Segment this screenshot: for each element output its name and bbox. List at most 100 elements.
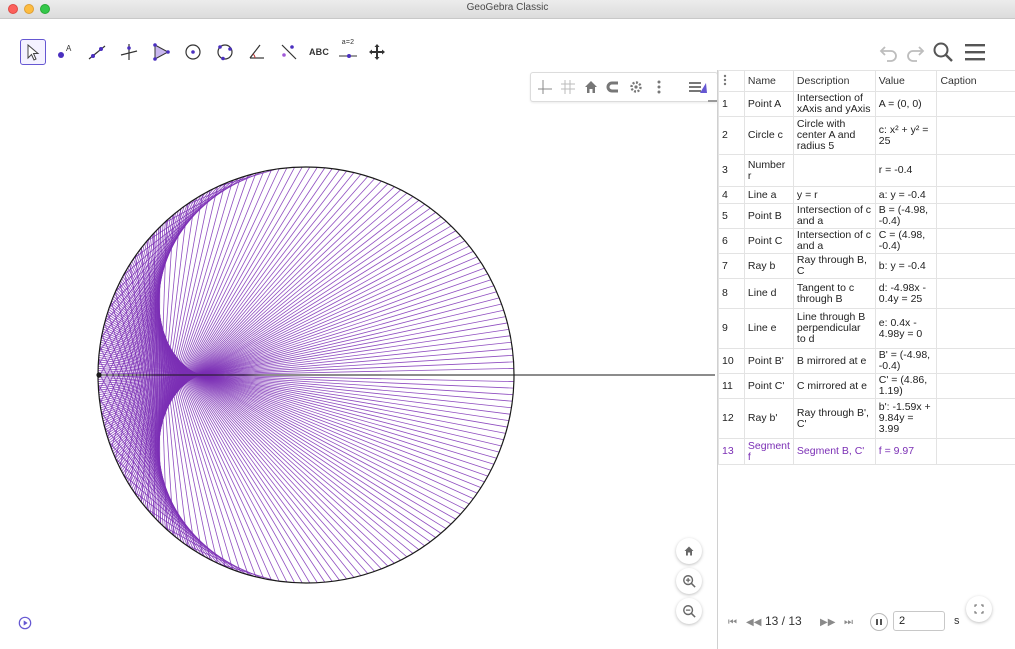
table-row[interactable]: 11 Point C' C mirrored at e C' = (4.86, 1.1…	[718, 373, 1015, 399]
table-row[interactable]: 8 Line d Tangent to c through Bd: -4.98x -…	[718, 278, 1015, 309]
table-row[interactable]: 12 Ray b' Ray through B', C' b': -1.59x + 9…	[718, 398, 1015, 439]
caption-cell	[936, 228, 1015, 254]
table-row[interactable]: 7 Ray b Ray through B, Cb: y = -0.4	[718, 253, 1015, 279]
caption-cell	[936, 308, 1015, 349]
play-speed-input[interactable]: 2	[893, 611, 945, 631]
row-number-cell: 12	[718, 398, 745, 439]
zoom-in-icon	[683, 575, 696, 588]
slider-tool-button[interactable]: a=2	[334, 39, 362, 65]
next-step-icon[interactable]: ▶▶	[820, 617, 835, 628]
description-cell: y = r	[792, 186, 876, 204]
value-cell: A = (0, 0)	[874, 91, 938, 117]
row-number-cell: 2	[718, 116, 745, 155]
caption-cell	[936, 91, 1015, 117]
move-graphics-view-tool-button[interactable]	[364, 39, 390, 65]
column-header-value[interactable]: Value	[874, 70, 938, 92]
play-speed-unit: s	[954, 615, 960, 627]
name-cell: Segment f	[743, 438, 794, 465]
caption-cell	[936, 438, 1015, 465]
graphics-view[interactable]	[0, 70, 715, 649]
home-icon	[684, 546, 694, 556]
zoom-out-button[interactable]	[676, 598, 702, 624]
name-cell: Point C'	[743, 373, 794, 399]
table-row[interactable]: 9 Line e Line through B perpendicular to d…	[718, 308, 1015, 349]
grid-icon	[561, 80, 575, 94]
standard-view-button[interactable]	[581, 77, 601, 97]
circle-center-point-tool-button[interactable]	[180, 39, 206, 65]
value-cell: r = -0.4	[874, 154, 938, 187]
redo-button[interactable]	[902, 39, 928, 65]
point-tool-button[interactable]: A	[52, 39, 78, 65]
table-row[interactable]: 4 Line ay = r a: y = -0.4	[718, 186, 1015, 204]
table-row[interactable]: 10 Point B' B mirrored at e B' = (-4.98, -0…	[718, 348, 1015, 374]
window-title: GeoGebra Classic	[466, 2, 549, 13]
toggle-axes-button[interactable]	[535, 77, 555, 97]
perpendicular-line-tool-button[interactable]	[116, 39, 142, 65]
search-button[interactable]	[930, 39, 956, 65]
search-icon	[933, 42, 953, 62]
gear-icon	[630, 81, 642, 93]
value-cell: f = 9.97	[874, 438, 938, 465]
text-tool-button[interactable]: ABC	[305, 39, 333, 65]
table-row[interactable]: 3 Number r r = -0.4	[718, 154, 1015, 187]
column-header-description[interactable]: Description	[792, 70, 876, 92]
undo-icon	[879, 46, 897, 62]
move-tool-button[interactable]	[20, 39, 46, 65]
undo-button[interactable]	[876, 39, 902, 65]
angle-tool-button[interactable]	[244, 39, 270, 65]
magnet-icon	[606, 81, 618, 93]
standard-view-zoom-button[interactable]	[676, 538, 702, 564]
hamburger-menu-icon	[965, 44, 985, 61]
caption-cell	[936, 253, 1015, 279]
reflect-about-line-tool-button[interactable]	[276, 39, 302, 65]
graphics-canvas[interactable]	[0, 70, 715, 649]
zoom-out-icon	[683, 605, 696, 618]
first-step-icon[interactable]: ⏮	[728, 617, 737, 628]
value-cell: a: y = -0.4	[874, 186, 938, 204]
fullscreen-button[interactable]	[966, 596, 992, 622]
pause-button[interactable]	[870, 613, 888, 631]
graphics-style-bar	[530, 72, 718, 102]
algebra-style-toggle-button[interactable]	[688, 77, 708, 97]
row-number-cell: 6	[718, 228, 745, 254]
line-tool-button[interactable]	[84, 39, 110, 65]
column-menu-header[interactable]	[718, 70, 745, 92]
previous-step-icon[interactable]: ◀◀	[746, 617, 761, 628]
row-number-cell: 4	[718, 186, 745, 204]
row-number-cell: 1	[718, 91, 745, 117]
column-header-caption[interactable]: Caption	[936, 70, 1015, 92]
construction-protocol-view: Name Description Value Caption 1 Point AI…	[717, 70, 1015, 649]
table-row[interactable]: 1 Point A Intersection of xAxis and yAxis A…	[718, 91, 1015, 117]
polygon-tool-button[interactable]	[148, 39, 174, 65]
caption-cell	[936, 348, 1015, 374]
value-cell: C = (4.98, -0.4)	[874, 228, 938, 254]
toggle-grid-button[interactable]	[558, 77, 578, 97]
angle-tool-icon	[249, 44, 264, 59]
row-number-cell: 3	[718, 154, 745, 187]
table-row[interactable]: 5 Point B Intersection of c and aB = (-4.9…	[718, 203, 1015, 229]
algebra-style-icon	[689, 82, 707, 93]
value-cell: e: 0.4x - 4.98y = 0	[874, 308, 938, 349]
point-b[interactable]	[96, 372, 102, 378]
caption-cell	[936, 278, 1015, 309]
description-cell: Segment B, C'	[792, 438, 876, 465]
value-cell: b': -1.59x + 9.84y = 3.99	[874, 398, 938, 439]
description-cell: Ray through B', C'	[792, 398, 876, 439]
value-cell: B = (-4.98, -0.4)	[874, 203, 938, 229]
animation-play-button[interactable]	[17, 615, 33, 631]
table-row[interactable]: 2 Circle c Circle with center A and radius…	[718, 116, 1015, 155]
column-header-name[interactable]: Name	[743, 70, 794, 92]
last-step-icon[interactable]: ⏭	[844, 617, 853, 628]
construction-protocol-table: Name Description Value Caption 1 Point AI…	[718, 70, 1015, 465]
graphics-more-button[interactable]	[649, 77, 669, 97]
main-menu-button[interactable]	[962, 39, 988, 65]
description-cell: Intersection of c and a	[792, 228, 876, 254]
zoom-in-button[interactable]	[676, 568, 702, 594]
graphics-settings-button[interactable]	[626, 77, 646, 97]
row-number-cell: 13	[718, 438, 745, 465]
table-row[interactable]: 13 Segment f Segment B, C' f = 9.97	[718, 438, 1015, 465]
circle-three-points-tool-button[interactable]	[212, 39, 238, 65]
table-row[interactable]: 6 Point C Intersection of c and aC = (4.98…	[718, 228, 1015, 254]
point-capturing-button[interactable]	[603, 77, 623, 97]
name-cell: Line e	[743, 308, 794, 349]
